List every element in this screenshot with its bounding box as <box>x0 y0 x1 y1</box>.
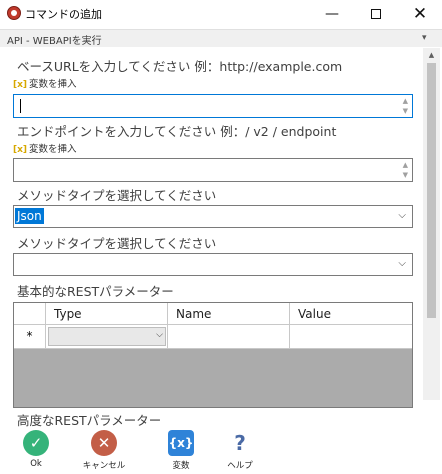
type-select[interactable]: ⌵ <box>48 327 166 346</box>
insert-variable-label: 変数を挿入 <box>29 79 77 90</box>
chevron-down-icon: ▾ <box>422 33 427 43</box>
variables-button[interactable]: {x} 変数 <box>155 430 207 471</box>
help-label: ヘルプ <box>227 461 253 471</box>
chevron-down-icon: ⌵ <box>398 210 406 221</box>
section-header[interactable]: API - WEBAPIを実行 ▾ <box>0 29 442 47</box>
grid-header-type[interactable]: Type <box>46 303 168 325</box>
grid-header-name[interactable]: Name <box>168 303 290 325</box>
maximize-button[interactable] <box>354 0 398 28</box>
scroll-down-arrow-icon[interactable]: ▼ <box>403 107 408 115</box>
vertical-scrollbar[interactable]: ▲ <box>423 48 440 400</box>
base-url-insert-variable-link[interactable]: [x] 変数を挿入 <box>13 76 77 90</box>
grid-header-row-selector[interactable] <box>14 303 46 325</box>
advanced-params-label: 高度なRESTパラメーター <box>17 413 162 428</box>
text-caret <box>20 99 21 113</box>
ok-button[interactable]: ✓ Ok <box>10 430 62 469</box>
grid-cell-type[interactable]: ⌵ <box>46 325 168 349</box>
scroll-up-arrow-icon[interactable]: ▲ <box>403 161 408 169</box>
section-title: API - WEBAPIを実行 <box>7 36 102 47</box>
endpoint-insert-variable-link[interactable]: [x] 変数を挿入 <box>13 141 77 155</box>
base-url-label: ベースURLを入力してください 例：http://example.com <box>17 59 343 74</box>
new-row-marker: * <box>14 325 46 349</box>
method-type-label: メソッドタイプを選択してください <box>17 188 217 203</box>
grid-header-value[interactable]: Value <box>290 303 412 325</box>
insert-variable-label: 変数を挿入 <box>29 144 77 155</box>
method-type-2-select[interactable]: ⌵ <box>13 253 413 276</box>
base-url-input[interactable]: ▲ ▼ <box>13 94 413 118</box>
scrollbar-thumb[interactable] <box>427 63 436 318</box>
scroll-down-arrow-icon[interactable]: ▼ <box>403 171 408 179</box>
variable-icon: {x} <box>168 430 194 456</box>
scroll-up-arrow-icon[interactable]: ▲ <box>403 97 408 105</box>
method-type-selected-value: Json <box>15 208 44 224</box>
method-type-select[interactable]: Json ⌵ <box>13 205 413 228</box>
grid-cell-value[interactable] <box>290 325 412 349</box>
endpoint-label: エンドポイントを入力してください 例：/ v2 / endpoint <box>17 124 337 139</box>
basic-params-grid[interactable]: Type Name Value * ⌵ <box>13 302 413 408</box>
variables-label: 変数 <box>172 461 190 471</box>
help-icon: ? <box>234 431 246 455</box>
ok-label: Ok <box>30 459 42 469</box>
title-bar: コマンドの追加 — ✕ <box>0 0 442 28</box>
table-row[interactable]: * ⌵ <box>14 325 412 349</box>
grid-cell-name[interactable] <box>168 325 290 349</box>
scroll-up-icon[interactable]: ▲ <box>423 48 440 62</box>
chevron-down-icon: ⌵ <box>398 258 406 269</box>
method-type-2-label: メソッドタイプを選択してください <box>17 236 217 251</box>
variable-icon: [x] <box>13 145 28 155</box>
window-title: コマンドの追加 <box>25 8 102 21</box>
cancel-label: キャンセル <box>82 461 126 471</box>
chevron-down-icon: ⌵ <box>156 330 163 340</box>
minimize-button[interactable]: — <box>310 0 354 28</box>
bottom-toolbar: ✓ Ok ✕ キャンセル {x} 変数 ? ヘルプ <box>0 428 442 474</box>
basic-params-label: 基本的なRESTパラメーター <box>17 284 174 299</box>
cancel-icon: ✕ <box>91 430 117 456</box>
check-icon: ✓ <box>23 430 49 456</box>
close-button[interactable]: ✕ <box>398 0 442 28</box>
endpoint-input[interactable]: ▲ ▼ <box>13 158 413 182</box>
cancel-button[interactable]: ✕ キャンセル <box>78 430 130 471</box>
maximize-icon <box>371 9 381 19</box>
grid-header: Type Name Value <box>14 303 412 325</box>
app-logo-icon <box>7 6 21 20</box>
help-button[interactable]: ? ヘルプ <box>214 430 266 471</box>
variable-icon: [x] <box>13 80 28 90</box>
